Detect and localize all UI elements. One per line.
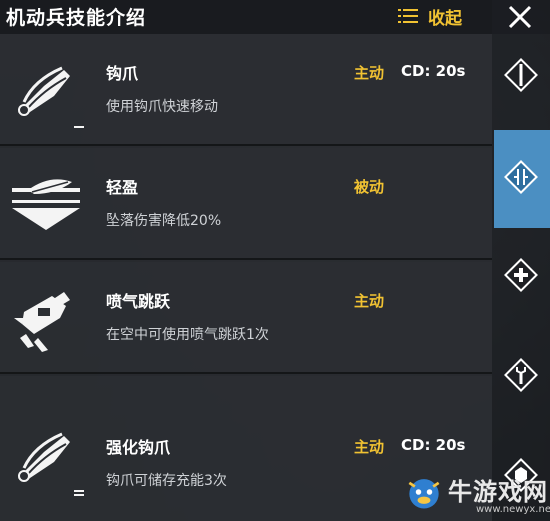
grappling-hook-icon (18, 66, 84, 128)
row-divider (0, 258, 492, 260)
skill-name: 强化钩爪 (106, 438, 171, 457)
cow-logo-icon (408, 479, 440, 509)
skill-row: 轻盈 坠落伤害降低20% 被动 (0, 148, 492, 260)
mobile-soldier-icon (504, 160, 538, 194)
skill-cooldown: CD: 20s (401, 62, 466, 80)
page-title: 机动兵技能介绍 (6, 7, 147, 29)
feather-icon (12, 179, 80, 230)
skill-name: 喷气跳跃 (106, 292, 171, 311)
skill-name: 钩爪 (106, 64, 139, 83)
skill-type: 主动 (354, 438, 385, 456)
skill-description: 使用钩爪快速移动 (106, 99, 218, 115)
skill-type: 被动 (354, 178, 385, 196)
class-tab-medic[interactable] (494, 246, 550, 306)
watermark: 牛游戏网 www.newyx.net (402, 468, 550, 521)
skill-cooldown: CD: 20s (401, 436, 466, 454)
skill-description: 在空中可使用喷气跳跃1次 (106, 327, 269, 343)
skill-type: 主动 (354, 64, 385, 82)
skill-description: 钩爪可储存充能3次 (106, 473, 227, 489)
medic-cross-icon (504, 258, 538, 292)
row-divider (0, 144, 492, 146)
jetpack-icon (14, 292, 70, 352)
list-icon (398, 9, 418, 23)
skill-name: 轻盈 (106, 178, 139, 197)
class-tab-engineer[interactable] (494, 346, 550, 406)
collapse-label: 收起 (428, 8, 462, 29)
collapse-button[interactable]: 收起 (398, 3, 462, 29)
skill-row: 钩爪 使用钩爪快速移动 主动 CD: 20s (0, 34, 492, 146)
grappling-hook-icon (18, 432, 84, 496)
skill-type: 主动 (354, 292, 385, 310)
skill-row: 喷气跳跃 在空中可使用喷气跳跃1次 主动 (0, 262, 492, 374)
watermark-url: www.newyx.net (476, 504, 550, 515)
row-divider (0, 372, 492, 374)
close-icon[interactable] (504, 2, 536, 32)
class-tab-blade[interactable] (494, 46, 550, 106)
watermark-text: 牛游戏网 (448, 478, 548, 506)
wrench-icon (504, 358, 538, 392)
class-tab-mobile-soldier[interactable] (494, 130, 550, 228)
header-bar: 机动兵技能介绍 收起 (0, 0, 550, 34)
blade-icon (504, 58, 538, 92)
skill-description: 坠落伤害降低20% (106, 213, 222, 229)
